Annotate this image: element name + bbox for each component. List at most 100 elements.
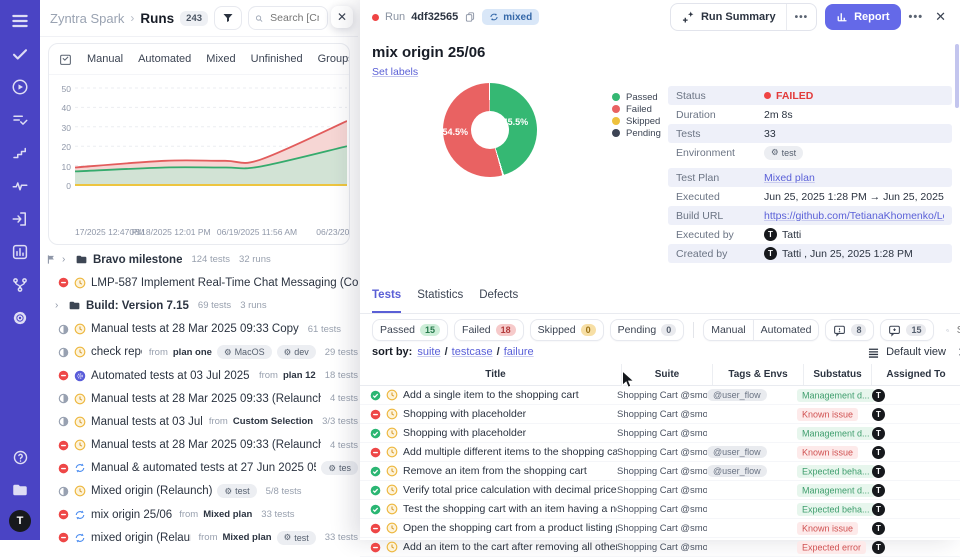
run-summary-button[interactable]: Run Summary (671, 10, 786, 24)
table-row[interactable]: Shopping with placeholder Shopping Cart … (360, 424, 960, 443)
sidebar-steps-icon[interactable] (8, 141, 32, 165)
sidebar-check-icon[interactable] (8, 42, 32, 66)
calendar-chart-icon[interactable] (59, 53, 72, 66)
user-avatar[interactable]: T (9, 510, 31, 532)
sidebar-play-circle-icon[interactable] (8, 75, 32, 99)
sidebar-help-icon[interactable] (8, 445, 32, 469)
runs-tab-groups[interactable]: Groups (318, 53, 350, 65)
run-list-item[interactable]: check report sharingfromplan one⚙MacOS⚙d… (40, 341, 358, 364)
run-group-item[interactable]: ›Build: Version 7.1569 tests3 runs (40, 294, 358, 317)
y-axis-tick: 50 (49, 84, 71, 94)
run-list-item[interactable]: Automated tests at 03 Jul 2025 13:25from… (40, 364, 358, 387)
run-status-partial-icon (58, 486, 69, 497)
table-row[interactable]: Remove an item from the shopping cart Sh… (360, 462, 960, 481)
legend-dot (612, 117, 620, 125)
table-row[interactable]: Verify total price calculation with deci… (360, 481, 960, 500)
table-row[interactable]: Add an item to the cart after removing a… (360, 538, 960, 557)
filter-automated[interactable]: Automated (753, 319, 820, 341)
more-actions-button[interactable]: ••• (909, 11, 924, 23)
column-header-title[interactable]: Title (360, 369, 621, 380)
tab-defects[interactable]: Defects (479, 289, 518, 313)
detail-link[interactable]: Mixed plan (764, 172, 815, 184)
sidebar-list-check-icon[interactable] (8, 108, 32, 132)
sidebar-import-icon[interactable] (8, 207, 32, 231)
table-view-icon (867, 346, 880, 359)
report-button[interactable]: Report (825, 4, 900, 30)
test-type-manual-icon (386, 465, 398, 477)
runs-tab-mixed[interactable]: Mixed (206, 53, 235, 65)
run-list-item[interactable]: LMP-587 Implement Real-Time Chat Messagi… (40, 271, 358, 294)
tab-tests[interactable]: Tests (372, 289, 401, 313)
runs-tab-manual[interactable]: Manual (87, 53, 123, 65)
from-plan[interactable]: Mixed plan (203, 509, 252, 520)
run-list: ›Bravo milestone124 tests32 runsLMP-587 … (40, 248, 358, 549)
expand-chevron-icon[interactable]: › (55, 300, 63, 311)
test-status-passed-icon (370, 504, 381, 515)
filter-skipped[interactable]: Skipped 0 (530, 319, 604, 341)
sidebar-pulse-icon[interactable] (8, 174, 32, 198)
filter-passed[interactable]: Passed 15 (372, 319, 448, 341)
filter-manual[interactable]: Manual (703, 319, 752, 341)
scrollbar-thumb[interactable] (955, 44, 959, 108)
from-plan[interactable]: Mixed plan (222, 532, 271, 543)
run-summary-more-button[interactable]: ••• (786, 4, 817, 30)
bar-chart-icon (836, 11, 848, 23)
runs-search[interactable] (248, 6, 328, 30)
sort-by-failure[interactable]: failure (504, 346, 534, 358)
column-header-substatus[interactable]: Substatus (803, 364, 871, 385)
test-title: Test the shopping cart with an item havi… (403, 503, 617, 515)
table-row[interactable]: Open the shopping cart from a product li… (360, 519, 960, 538)
run-list-item[interactable]: Manual tests at 28 Mar 2025 09:33 (Relau… (40, 434, 358, 457)
copy-run-id-button[interactable] (464, 11, 476, 23)
sidebar-branch-icon[interactable] (8, 273, 32, 297)
breadcrumb-project[interactable]: Zyntra Spark (50, 11, 124, 26)
run-list-item[interactable]: mixed origin (Relaunch)fromMixed plan⚙te… (40, 526, 358, 549)
sidebar-gear-icon[interactable] (8, 306, 32, 330)
detail-link[interactable]: https://github.com/TetianaKhomenko/Load-… (764, 210, 944, 222)
tests-search-input[interactable] (955, 323, 960, 337)
table-row[interactable]: Add multiple different items to the shop… (360, 443, 960, 462)
runs-panel-close-button[interactable]: ✕ (331, 6, 353, 28)
run-title: Automated tests at 03 Jul 2025 13:25 (91, 370, 252, 382)
from-plan[interactable]: Custom Selection (233, 416, 313, 427)
column-header-tags-envs[interactable]: Tags & Envs (712, 364, 803, 385)
expand-chevron-icon[interactable]: › (62, 254, 70, 265)
run-list-item[interactable]: Mixed origin (Relaunch)⚙test5/8 tests (40, 480, 358, 503)
runs-tab-automated[interactable]: Automated (138, 53, 191, 65)
run-group-item[interactable]: ›Bravo milestone124 tests32 runs (40, 248, 358, 271)
filter-button[interactable] (214, 6, 242, 30)
table-row[interactable]: Shopping with placeholder Shopping Cart … (360, 405, 960, 424)
sidebar-menu-icon[interactable] (8, 9, 32, 33)
comment-plus-filter[interactable]: 15 (880, 319, 934, 341)
set-labels-link[interactable]: Set labels (360, 61, 430, 78)
test-suite: Shopping Cart @smoke ... (617, 428, 707, 439)
runs-count-badge: 243 (180, 11, 208, 26)
sidebar-projects-folder-icon[interactable] (8, 478, 32, 502)
tests-search[interactable] (946, 320, 960, 340)
test-suite: Shopping Cart @smoke ... (617, 485, 707, 496)
run-list-item[interactable]: Manual tests at 03 Jul 2025 12:08fromCus… (40, 410, 358, 433)
sort-by-testcase[interactable]: testcase (452, 346, 493, 358)
comment-exclamation-filter[interactable]: 8 (825, 319, 874, 341)
run-list-item[interactable]: Manual tests at 28 Mar 2025 09:33 Copy61… (40, 318, 358, 341)
sort-by-suite[interactable]: suite (417, 346, 440, 358)
results-donut-chart: 45.5% 54.5% (443, 83, 537, 177)
view-selector[interactable]: Default view (886, 346, 946, 358)
runs-tab-unfinished[interactable]: Unfinished (251, 53, 303, 65)
sidebar-analytics-icon[interactable] (8, 240, 32, 264)
run-list-item[interactable]: Manual & automated tests at 27 Jun 2025 … (40, 457, 358, 480)
from-plan[interactable]: plan 12 (283, 370, 316, 381)
detail-row-environment: Environment⚙test (668, 143, 952, 162)
column-header-assigned-to[interactable]: Assigned To (871, 364, 960, 385)
filter-pending[interactable]: Pending 0 (610, 319, 685, 341)
from-plan[interactable]: plan one (173, 347, 212, 358)
close-detail-button[interactable]: ✕ (931, 9, 950, 25)
tab-statistics[interactable]: Statistics (417, 289, 463, 313)
table-row[interactable]: Add a single item to the shopping cart S… (360, 386, 960, 405)
filter-failed[interactable]: Failed 18 (454, 319, 524, 341)
column-header-suite[interactable]: Suite (621, 364, 712, 385)
table-row[interactable]: Test the shopping cart with an item havi… (360, 500, 960, 519)
run-list-item[interactable]: mix origin 25/06fromMixed plan33 tests (40, 503, 358, 526)
runs-search-input[interactable] (268, 11, 321, 25)
run-list-item[interactable]: Manual tests at 28 Mar 2025 09:33 (Relau… (40, 387, 358, 410)
